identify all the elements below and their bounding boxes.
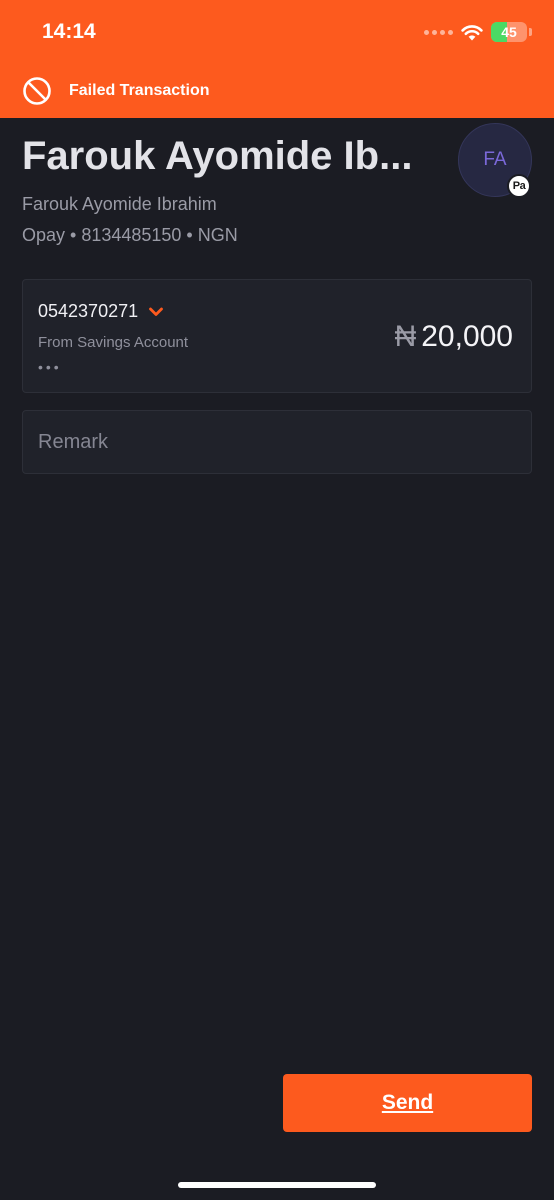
status-icons: 45 — [424, 22, 532, 42]
recipient-details: Opay • 8134485150 • NGN — [22, 225, 238, 245]
amount-value: 20,000 — [421, 320, 513, 353]
more-dots-icon[interactable]: ••• — [38, 359, 62, 375]
wifi-icon — [461, 24, 483, 40]
battery-icon: 45 — [491, 22, 527, 42]
account-source: From Savings Account — [38, 334, 189, 351]
top-bar: 14:14 45 Failed Transaction — [0, 0, 554, 118]
failed-transaction-banner[interactable]: Failed Transaction — [22, 76, 209, 106]
chevron-down-icon — [149, 307, 164, 316]
home-indicator — [178, 1182, 376, 1188]
prohibited-circle-icon — [23, 77, 51, 105]
banner-text: Failed Transaction — [69, 82, 210, 99]
account-selector[interactable]: 0542370271 — [38, 301, 164, 322]
source-account-card[interactable]: 0542370271 From Savings Account ••• ₦ 20… — [22, 279, 532, 393]
remark-field[interactable] — [22, 410, 532, 474]
bank-badge-text: Pa — [512, 180, 526, 192]
battery-cap — [529, 28, 532, 36]
recipient-full-name: Farouk Ayomide Ibrahim — [22, 194, 217, 214]
remark-input[interactable] — [38, 430, 508, 454]
amount-display[interactable]: ₦ 20,000 — [395, 320, 513, 354]
cellular-signal-icon — [424, 29, 453, 35]
send-button[interactable]: Send — [283, 1074, 532, 1132]
battery-level: 45 — [501, 24, 517, 40]
recipient-title: Farouk Ayomide Ib... — [22, 134, 413, 178]
bank-logo-icon: Pa — [507, 174, 531, 198]
avatar-initials: FA — [483, 149, 507, 170]
currency-symbol: ₦ — [394, 320, 417, 353]
status-time: 14:14 — [42, 20, 96, 43]
account-number: 0542370271 — [38, 301, 139, 321]
